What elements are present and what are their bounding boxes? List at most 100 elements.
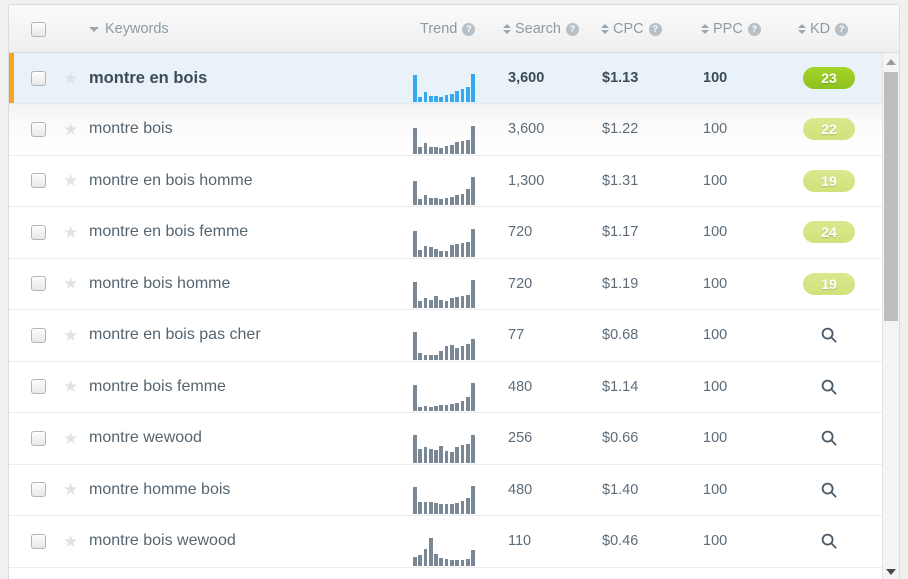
help-icon-ppc[interactable]: ? bbox=[747, 22, 761, 36]
kd-cell[interactable] bbox=[799, 362, 859, 413]
keyword-text[interactable]: montre bois homme bbox=[89, 259, 230, 310]
keyword-text[interactable]: montre en bois pas cher bbox=[89, 310, 261, 361]
table-row[interactable]: ★ montre bois homme 720 $1.19 100 19 bbox=[9, 258, 899, 310]
column-header-keywords[interactable]: Keywords bbox=[89, 5, 169, 53]
kd-badge: 24 bbox=[803, 221, 855, 244]
table-row[interactable]: ★ montre en bois 3,600 $1.13 100 23 bbox=[9, 53, 899, 104]
cpc-value: $1.17 bbox=[602, 224, 639, 241]
kd-cell[interactable]: 24 bbox=[799, 207, 859, 258]
ppc-value: 100 bbox=[703, 327, 728, 344]
help-icon-search[interactable]: ? bbox=[565, 22, 579, 36]
row-checkbox[interactable] bbox=[31, 379, 46, 395]
keyword-text[interactable]: montre en bois bbox=[89, 53, 207, 103]
row-checkbox[interactable] bbox=[31, 70, 46, 86]
table-row[interactable]: ★ montre bois 3,600 $1.22 100 22 bbox=[9, 104, 899, 156]
scroll-down-arrow-icon[interactable] bbox=[883, 563, 899, 579]
search-volume-value: 1,300 bbox=[508, 172, 545, 189]
trend-sparkline bbox=[413, 536, 475, 566]
keyword-text[interactable]: montre en bois femme bbox=[89, 207, 248, 258]
row-checkbox[interactable] bbox=[31, 533, 46, 549]
sort-arrows-icon-search[interactable] bbox=[503, 24, 511, 34]
star-icon[interactable]: ★ bbox=[63, 533, 78, 550]
star-icon[interactable]: ★ bbox=[63, 430, 78, 447]
search-icon[interactable] bbox=[820, 532, 838, 550]
search-icon[interactable] bbox=[820, 378, 838, 396]
trend-sparkline bbox=[413, 278, 475, 308]
sort-arrows-icon-cpc[interactable] bbox=[601, 24, 609, 34]
keyword-text[interactable]: montre bois wewood bbox=[89, 516, 236, 567]
kd-cell[interactable] bbox=[799, 465, 859, 516]
row-checkbox[interactable] bbox=[31, 430, 46, 446]
row-checkbox[interactable] bbox=[31, 482, 46, 498]
kd-cell[interactable] bbox=[799, 310, 859, 361]
table-row[interactable]: ★ montre wewood 256 $0.66 100 bbox=[9, 413, 899, 465]
keyword-text[interactable]: montre wewood bbox=[89, 413, 202, 464]
search-icon[interactable] bbox=[820, 326, 838, 344]
search-icon[interactable] bbox=[820, 429, 838, 447]
search-volume-value: 256 bbox=[508, 430, 533, 447]
table-row[interactable]: ★ montre en bois homme 1,300 $1.31 100 19 bbox=[9, 155, 899, 207]
star-icon[interactable]: ★ bbox=[63, 121, 78, 138]
column-header-kd[interactable]: KD ? bbox=[798, 5, 849, 53]
star-icon[interactable]: ★ bbox=[63, 275, 78, 292]
sort-arrows-icon-ppc[interactable] bbox=[701, 24, 709, 34]
row-select-cell bbox=[31, 362, 46, 413]
search-volume-value: 480 bbox=[508, 481, 533, 498]
row-select-cell bbox=[31, 310, 46, 361]
scroll-up-arrow-icon[interactable] bbox=[883, 53, 899, 70]
table-row[interactable]: ★ montre en bois femme 720 $1.17 100 24 bbox=[9, 207, 899, 259]
keyword-text[interactable]: montre homme bois bbox=[89, 465, 230, 516]
column-header-ppc[interactable]: PPC ? bbox=[701, 5, 761, 53]
row-select-cell bbox=[31, 413, 46, 464]
row-select-cell bbox=[31, 465, 46, 516]
cpc-value: $1.22 bbox=[602, 121, 639, 138]
kd-cell[interactable]: 23 bbox=[799, 53, 859, 103]
row-checkbox[interactable] bbox=[31, 121, 46, 137]
vertical-scrollbar[interactable] bbox=[882, 53, 899, 579]
select-all-checkbox[interactable] bbox=[31, 21, 46, 37]
table-row[interactable]: ★ montre bois wewood 110 $0.46 100 bbox=[9, 516, 899, 568]
keyword-text[interactable]: montre en bois homme bbox=[89, 156, 253, 207]
cpc-value: $1.31 bbox=[602, 172, 639, 189]
scrollbar-thumb[interactable] bbox=[884, 72, 898, 321]
favorite-cell: ★ bbox=[63, 516, 78, 567]
search-volume-value: 480 bbox=[508, 378, 533, 395]
search-icon[interactable] bbox=[820, 481, 838, 499]
star-icon[interactable]: ★ bbox=[63, 481, 78, 498]
trend-sparkline bbox=[413, 175, 475, 205]
kd-cell[interactable] bbox=[799, 516, 859, 567]
table-row[interactable]: ★ montre en bois pas cher 77 $0.68 100 bbox=[9, 310, 899, 362]
cpc-value: $0.66 bbox=[602, 430, 639, 447]
help-icon-kd[interactable]: ? bbox=[835, 22, 849, 36]
sort-arrows-icon-kd[interactable] bbox=[798, 24, 806, 34]
help-icon-trend[interactable]: ? bbox=[462, 22, 476, 36]
table-row[interactable]: ★ montre bois femme 480 $1.14 100 bbox=[9, 361, 899, 413]
keyword-text[interactable]: montre bois bbox=[89, 104, 173, 155]
kd-cell[interactable]: 19 bbox=[799, 259, 859, 310]
help-icon-cpc[interactable]: ? bbox=[648, 22, 662, 36]
row-checkbox[interactable] bbox=[31, 224, 46, 240]
row-checkbox[interactable] bbox=[31, 173, 46, 189]
favorite-cell: ★ bbox=[63, 156, 78, 207]
row-checkbox[interactable] bbox=[31, 327, 46, 343]
star-icon[interactable]: ★ bbox=[63, 378, 78, 395]
keyword-text[interactable]: montre bois femme bbox=[89, 362, 226, 413]
kd-cell[interactable] bbox=[799, 413, 859, 464]
star-icon[interactable]: ★ bbox=[63, 70, 78, 87]
keyword-explorer-screen: Keywords Trend ? Search ? CPC ? PPC ? KD… bbox=[0, 0, 908, 579]
favorite-cell: ★ bbox=[63, 362, 78, 413]
star-icon[interactable]: ★ bbox=[63, 224, 78, 241]
kd-cell[interactable]: 22 bbox=[799, 104, 859, 155]
table-row[interactable]: ★ montre homme bois 480 $1.40 100 bbox=[9, 464, 899, 516]
trend-sparkline bbox=[413, 381, 475, 411]
star-icon[interactable]: ★ bbox=[63, 172, 78, 189]
trend-sparkline bbox=[413, 330, 475, 360]
column-header-kd-label: KD bbox=[810, 21, 831, 37]
column-header-cpc[interactable]: CPC ? bbox=[601, 5, 662, 53]
column-header-search[interactable]: Search ? bbox=[503, 5, 579, 53]
ppc-value: 100 bbox=[703, 481, 728, 498]
favorite-cell: ★ bbox=[63, 413, 78, 464]
kd-cell[interactable]: 19 bbox=[799, 156, 859, 207]
row-checkbox[interactable] bbox=[31, 276, 46, 292]
star-icon[interactable]: ★ bbox=[63, 327, 78, 344]
